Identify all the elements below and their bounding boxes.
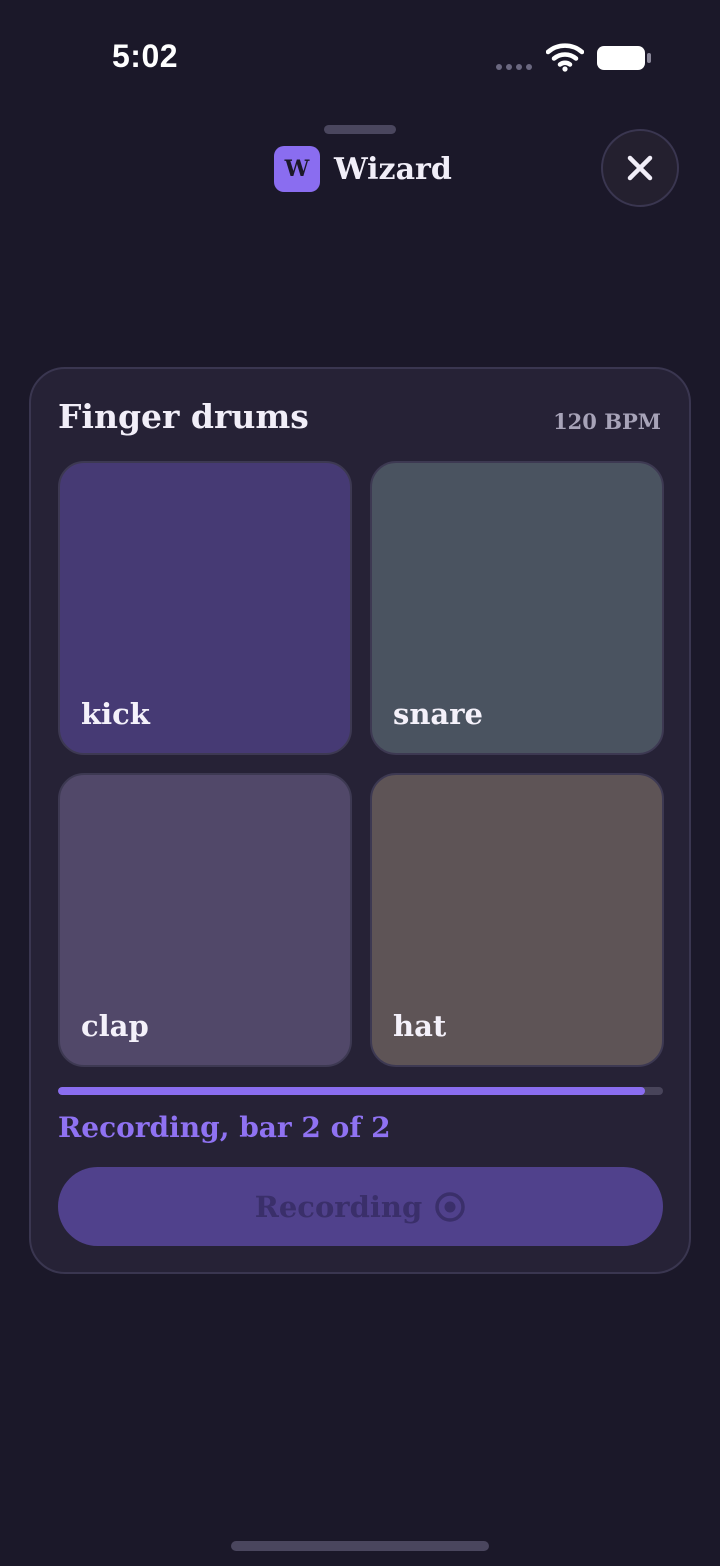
close-button[interactable] (601, 129, 679, 207)
card-title: Finger drums (58, 397, 309, 436)
pad-label: snare (393, 697, 483, 731)
status-time: 5:02 (112, 38, 179, 74)
home-indicator[interactable] (231, 1541, 489, 1551)
app-screen: 5:02 W Wizard Finger drums 120 BPM kick … (0, 0, 720, 1566)
record-button[interactable]: Recording (58, 1167, 663, 1246)
close-icon (627, 155, 653, 181)
pad-label: hat (393, 1009, 447, 1043)
cellular-signal-icon (496, 64, 532, 70)
finger-drums-card: Finger drums 120 BPM kick snare clap hat… (29, 367, 691, 1274)
app-title: Wizard (334, 151, 452, 187)
recording-progress-bar (58, 1087, 663, 1095)
pad-label: clap (81, 1009, 149, 1043)
recording-status: Recording, bar 2 of 2 (58, 1111, 391, 1144)
app-header: W Wizard (274, 146, 452, 192)
sheet-grabber[interactable] (324, 125, 396, 134)
progress-fill (58, 1087, 645, 1095)
drum-pad-hat[interactable]: hat (370, 773, 664, 1067)
drum-pad-kick[interactable]: kick (58, 461, 352, 755)
wifi-icon (546, 43, 584, 72)
battery-icon (597, 46, 651, 70)
drum-pad-snare[interactable]: snare (370, 461, 664, 755)
record-icon (435, 1191, 465, 1222)
bpm-label: 120 BPM (553, 409, 661, 434)
record-button-label: Recording (254, 1189, 423, 1224)
app-logo: W (274, 146, 320, 192)
drum-pad-clap[interactable]: clap (58, 773, 352, 1067)
pad-label: kick (81, 697, 150, 731)
